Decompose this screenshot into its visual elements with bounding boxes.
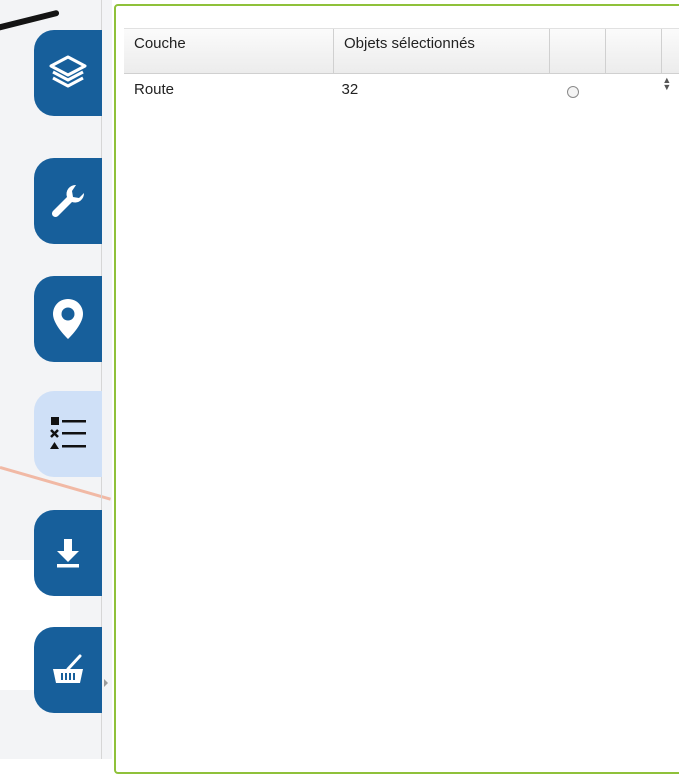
row-empty-cell (600, 74, 655, 98)
selection-table: Couche Objets sélectionnés Route 32 ▲ ▼ (124, 28, 679, 98)
row-select-radio[interactable] (545, 74, 600, 98)
download-button[interactable] (34, 510, 102, 596)
legend-list-icon (50, 417, 86, 449)
table-header: Couche Objets sélectionnés (124, 28, 679, 74)
table-row[interactable]: Route 32 ▲ ▼ (124, 74, 679, 98)
location-button[interactable] (34, 276, 102, 362)
sort-arrows-icon[interactable]: ▲ ▼ (655, 74, 679, 98)
radio-icon[interactable] (566, 86, 579, 98)
layers-button[interactable] (34, 30, 102, 116)
column-header-3[interactable] (550, 29, 606, 73)
map-road (0, 9, 60, 33)
layers-icon (49, 55, 87, 88)
tools-button[interactable] (34, 158, 102, 244)
basket-button[interactable] (34, 627, 102, 713)
column-header-5[interactable] (662, 29, 679, 73)
layer-cell: Route (134, 81, 175, 98)
map-pin-icon (53, 299, 83, 339)
wrench-icon (51, 184, 85, 218)
column-header-selected-objects[interactable]: Objets sélectionnés (334, 29, 550, 73)
download-icon (57, 539, 79, 568)
collapse-arrow-icon[interactable] (104, 679, 108, 687)
basket-icon (53, 654, 83, 683)
selection-panel: Couche Objets sélectionnés Route 32 ▲ ▼ (114, 4, 679, 774)
count-cell: 32 (341, 81, 359, 98)
column-header-layer[interactable]: Couche (124, 29, 334, 73)
legend-button[interactable] (34, 391, 102, 477)
column-header-4[interactable] (606, 29, 662, 73)
